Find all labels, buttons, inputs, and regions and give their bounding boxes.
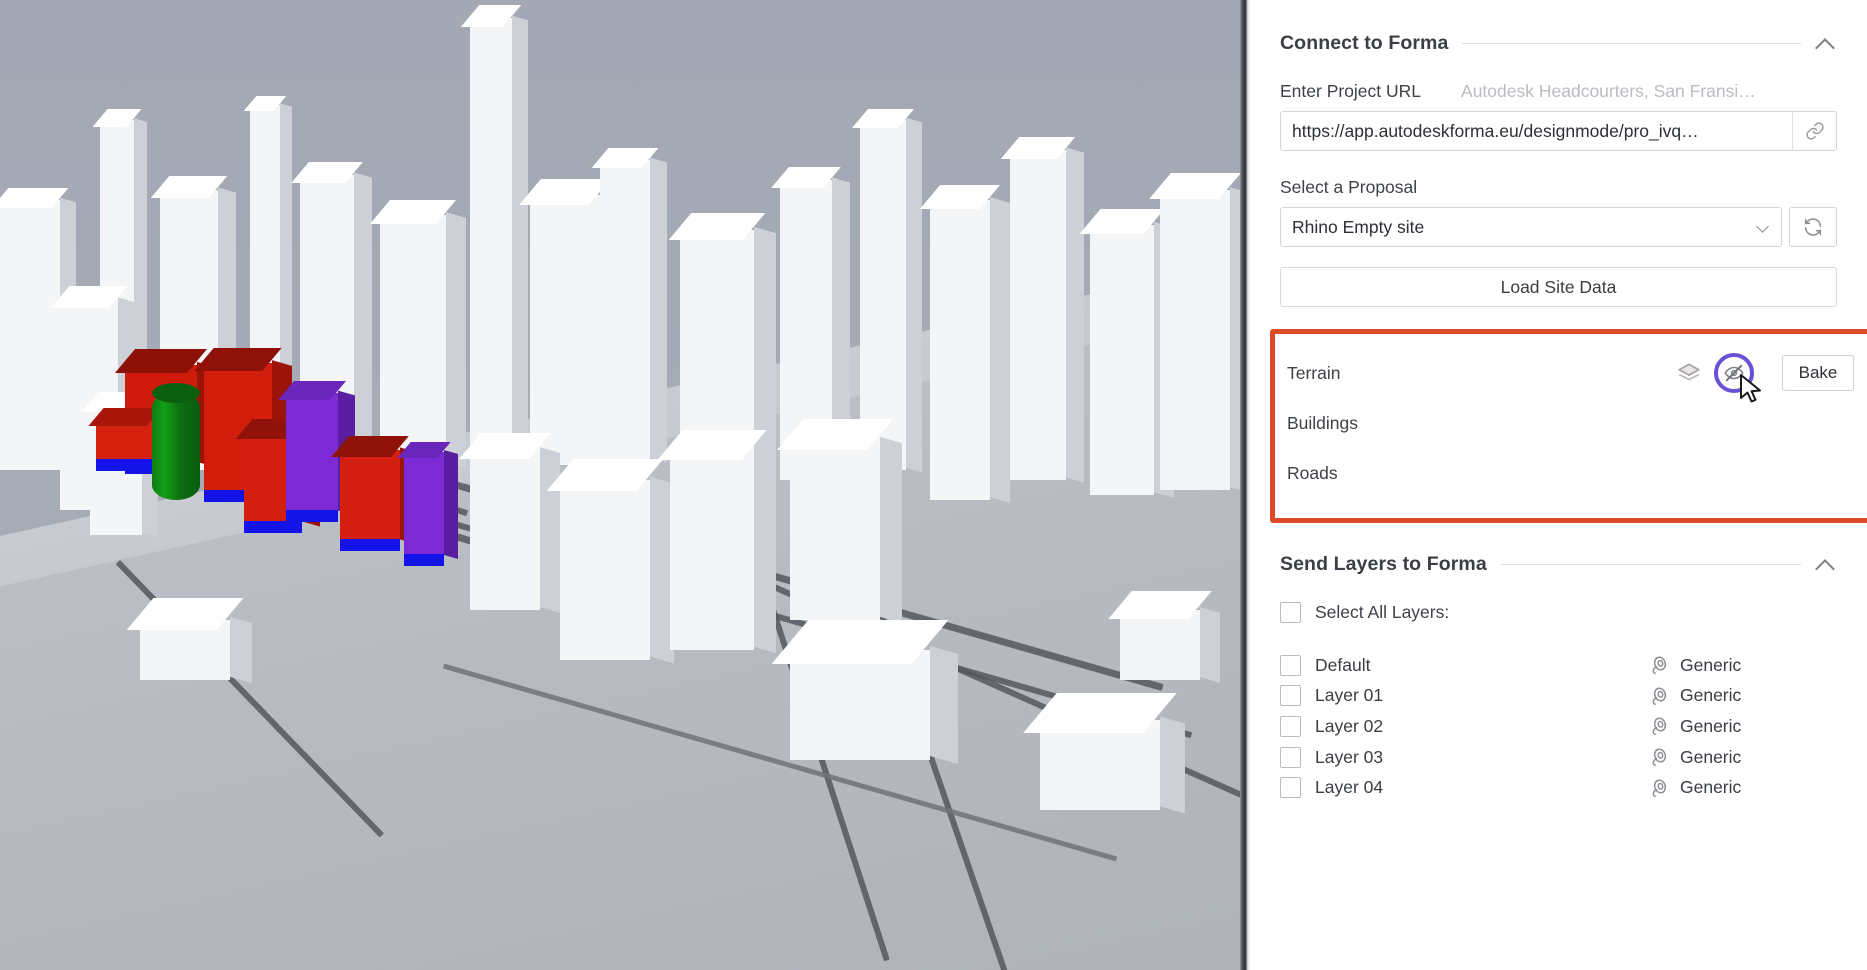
- layer-type: Generic: [1680, 654, 1742, 675]
- terrain-visibility-toggle[interactable]: [1714, 353, 1761, 403]
- list-item[interactable]: Layer 04 Generic: [1280, 772, 1837, 803]
- site-data-highlight-box: Terrain Bake Buildings Roads: [1270, 329, 1867, 523]
- list-item[interactable]: Default Generic: [1280, 650, 1837, 681]
- context-building: [126, 598, 252, 684]
- send-layers-section-header[interactable]: Send Layers to Forma: [1280, 523, 1837, 576]
- geometry-icon: [1647, 684, 1671, 708]
- layers-list: Default Generic Layer 01 Generic Layer 0…: [1280, 650, 1837, 803]
- chevron-up-icon[interactable]: [1815, 33, 1837, 55]
- context-building: [369, 200, 466, 468]
- forma-connector-panel: Connect to Forma Enter Project URL Autod…: [1250, 0, 1867, 970]
- section-rule: [1500, 564, 1801, 565]
- layer-type: Generic: [1680, 777, 1742, 798]
- context-building: [546, 459, 674, 664]
- connect-section-header[interactable]: Connect to Forma: [1280, 0, 1837, 55]
- list-item[interactable]: Layer 02 Generic: [1280, 711, 1837, 742]
- layer-checkbox[interactable]: [1280, 777, 1301, 799]
- layer-checkbox[interactable]: [1280, 746, 1301, 768]
- project-url-input[interactable]: https://app.autodeskforma.eu/designmode/…: [1281, 112, 1792, 150]
- context-building: [519, 179, 622, 469]
- layer-name: Layer 04: [1315, 777, 1384, 798]
- panel-divider[interactable]: [1240, 0, 1250, 970]
- layer-name: Layer 02: [1315, 715, 1384, 736]
- link-icon[interactable]: [1792, 112, 1836, 150]
- proposal-select[interactable]: Rhino Empty site: [1280, 207, 1782, 247]
- section-rule: [1462, 43, 1801, 44]
- layer-type: Generic: [1680, 746, 1742, 767]
- context-building: [852, 109, 922, 473]
- geometry-icon: [1647, 776, 1671, 800]
- proposal-select-wrapper: Rhino Empty site: [1280, 207, 1837, 247]
- layer-checkbox[interactable]: [1280, 715, 1301, 737]
- context-building: [1079, 209, 1174, 498]
- proposal-mass-red-terraced: [88, 408, 170, 471]
- list-item[interactable]: Layer 03 Generic: [1280, 742, 1837, 773]
- project-url-label: Enter Project URL: [1280, 81, 1422, 101]
- site-data-row-terrain[interactable]: Terrain Bake: [1275, 348, 1867, 403]
- proposal-mass-purple-slim: [397, 442, 458, 566]
- context-building: [657, 430, 776, 654]
- proposal-label: Select a Proposal: [1280, 177, 1418, 197]
- context-building: [591, 148, 667, 463]
- geometry-icon: [1647, 714, 1671, 738]
- proposal-mass-green-cylinder: [152, 383, 200, 500]
- site-data-row-roads[interactable]: Roads: [1275, 448, 1867, 498]
- geometry-icon: [1647, 653, 1671, 677]
- context-building: [919, 185, 1010, 503]
- refresh-proposals-button[interactable]: [1789, 207, 1837, 247]
- load-site-data-button[interactable]: Load Site Data: [1280, 267, 1837, 307]
- context-building: [459, 433, 560, 613]
- proposal-mass-purple: [278, 381, 355, 522]
- chevron-down-icon: [1758, 221, 1770, 233]
- site-data-row-buildings-label: Buildings: [1287, 412, 1359, 433]
- select-all-layers-label: Select All Layers:: [1315, 602, 1450, 622]
- layer-checkbox[interactable]: [1280, 685, 1301, 707]
- terrain-bake-button[interactable]: Bake: [1782, 355, 1854, 391]
- select-all-layers-row[interactable]: Select All Layers:: [1280, 597, 1837, 628]
- chevron-up-icon[interactable]: [1815, 554, 1837, 576]
- site-data-row-terrain-label: Terrain: [1287, 362, 1341, 383]
- terrain-bake-label: Bake: [1798, 363, 1838, 382]
- layer-name: Default: [1315, 654, 1371, 675]
- layers-icon[interactable]: [1676, 360, 1702, 386]
- layer-checkbox[interactable]: [1280, 654, 1301, 676]
- list-item[interactable]: Layer 01 Generic: [1280, 681, 1837, 712]
- site-data-row-buildings[interactable]: Buildings: [1275, 398, 1867, 448]
- application-window: Connect to Forma Enter Project URL Autod…: [0, 0, 1867, 970]
- send-layers-section-title: Send Layers to Forma: [1280, 553, 1487, 575]
- project-url-input-wrapper[interactable]: https://app.autodeskforma.eu/designmode/…: [1280, 111, 1837, 151]
- site-data-row-roads-label: Roads: [1287, 462, 1338, 483]
- context-building: [0, 188, 76, 473]
- layer-name: Layer 01: [1315, 685, 1384, 706]
- context-building: [460, 5, 528, 451]
- context-building: [1108, 591, 1220, 683]
- context-building: [1149, 173, 1240, 493]
- proposal-select-value: Rhino Empty site: [1292, 216, 1425, 237]
- proposal-row: Select a Proposal: [1280, 177, 1837, 198]
- project-url-hint: Autodesk Headcourters, San Fransi…: [1461, 81, 1756, 101]
- context-building: [776, 419, 902, 624]
- layer-type: Generic: [1680, 715, 1742, 736]
- context-building: [1023, 693, 1185, 814]
- project-url-row: Enter Project URL Autodesk Headcourters,…: [1280, 81, 1837, 102]
- context-building: [1000, 137, 1084, 483]
- layer-name: Layer 03: [1315, 746, 1384, 767]
- rhino-3d-viewport[interactable]: [0, 0, 1240, 970]
- context-building: [771, 620, 958, 765]
- geometry-icon: [1647, 745, 1671, 769]
- load-site-data-label: Load Site Data: [1500, 276, 1617, 297]
- proposal-mass-red-low: [331, 436, 418, 551]
- layer-type: Generic: [1680, 685, 1742, 706]
- select-all-layers-checkbox[interactable]: [1280, 602, 1301, 623]
- connect-section-title: Connect to Forma: [1280, 32, 1449, 54]
